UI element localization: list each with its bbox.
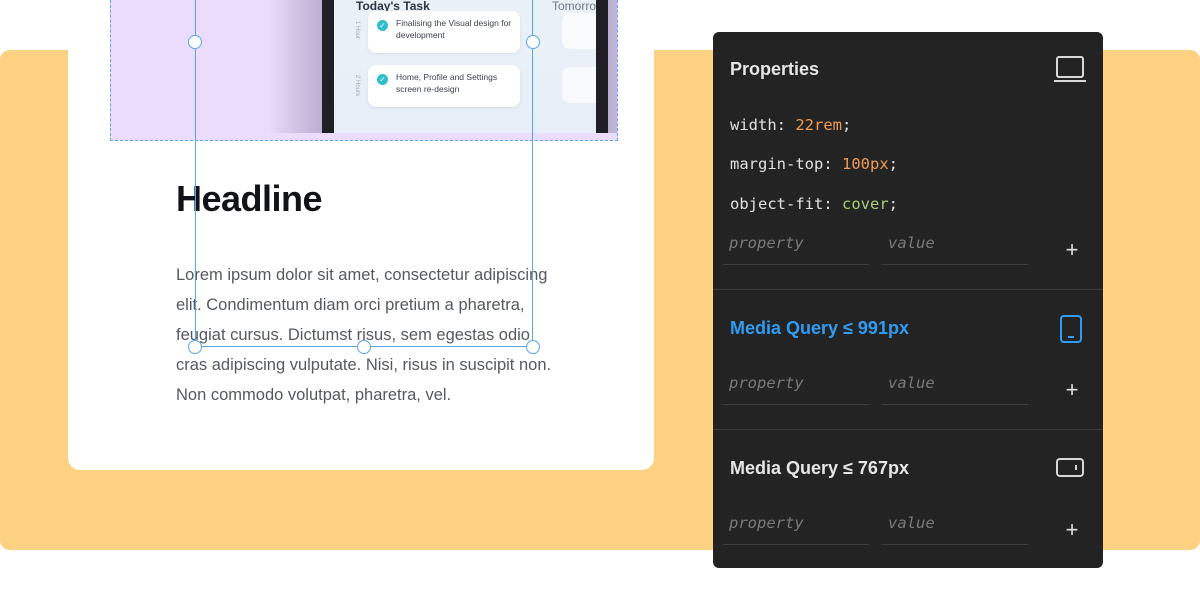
value-input[interactable]: value: [882, 232, 1028, 265]
media-query-767-title[interactable]: Media Query ≤ 767px: [730, 458, 909, 479]
property-placeholder: property: [729, 514, 804, 532]
resize-handle-mid-right[interactable]: [526, 35, 540, 49]
value-placeholder: value: [888, 514, 935, 532]
add-property-button[interactable]: +: [1061, 379, 1083, 401]
properties-panel: Properties width: 22rem; margin-top: 100…: [713, 32, 1103, 568]
phone-shadow-right: [608, 0, 617, 133]
value-placeholder: value: [888, 374, 935, 392]
section-divider: [713, 289, 1103, 290]
tablet-icon[interactable]: [1059, 314, 1083, 344]
resize-handle-mid-left[interactable]: [188, 35, 202, 49]
task-card: ✓ Finalising the Visual design for devel…: [368, 11, 520, 53]
declaration-width[interactable]: width: 22rem;: [730, 116, 851, 134]
task-hours: 2 Hours: [354, 75, 360, 97]
check-icon: ✓: [377, 74, 388, 85]
properties-title: Properties: [730, 59, 820, 79]
property-input[interactable]: property: [723, 512, 869, 545]
mobile-landscape-icon[interactable]: [1055, 456, 1085, 480]
headline[interactable]: Headline: [176, 178, 323, 220]
tomorrow-task-card: [562, 67, 596, 103]
value-input[interactable]: value: [882, 372, 1028, 405]
property-name: object-fit: [730, 195, 824, 213]
property-input[interactable]: property: [723, 232, 869, 265]
body-paragraph[interactable]: Lorem ipsum dolor sit amet, consectetur …: [176, 260, 556, 410]
phone-mockup: Today's Task Tomorrow 1 Hour ✓ Finalisin…: [267, 0, 617, 133]
task-label: Home, Profile and Settings screen re-des…: [396, 72, 498, 94]
desktop-icon[interactable]: [1053, 54, 1087, 84]
property-placeholder: property: [729, 374, 804, 392]
property-input[interactable]: property: [723, 372, 869, 405]
resize-handle-bottom-left[interactable]: [188, 340, 202, 354]
section-divider: [713, 429, 1103, 430]
resize-handle-bottom-right[interactable]: [526, 340, 540, 354]
media-query-991-title[interactable]: Media Query ≤ 991px: [730, 318, 909, 339]
declaration-object-fit[interactable]: object-fit: cover;: [730, 195, 898, 213]
declaration-margin-top[interactable]: margin-top: 100px;: [730, 155, 898, 173]
tomorrow-title: Tomorrow: [552, 0, 596, 13]
property-placeholder: property: [729, 234, 804, 252]
check-icon: ✓: [377, 20, 388, 31]
property-value: 22rem: [795, 116, 843, 134]
tomorrow-task-card: [562, 13, 596, 49]
add-property-button[interactable]: +: [1061, 519, 1083, 541]
resize-handle-bottom-center[interactable]: [357, 340, 371, 354]
task-hours: 1 Hour: [354, 21, 360, 40]
property-value: cover: [842, 195, 889, 213]
phone-screen: Today's Task Tomorrow 1 Hour ✓ Finalisin…: [334, 0, 596, 133]
add-property-button[interactable]: +: [1061, 239, 1083, 261]
value-input[interactable]: value: [882, 512, 1028, 545]
value-placeholder: value: [888, 234, 935, 252]
property-name: width: [730, 116, 777, 134]
task-label: Finalising the Visual design for develop…: [396, 18, 512, 40]
phone-shadow-left: [267, 0, 322, 133]
property-value: 100px: [842, 155, 889, 173]
image-element[interactable]: Today's Task Tomorrow 1 Hour ✓ Finalisin…: [110, 0, 618, 141]
property-name: margin-top: [730, 155, 824, 173]
task-card: ✓ Home, Profile and Settings screen re-d…: [368, 65, 520, 107]
